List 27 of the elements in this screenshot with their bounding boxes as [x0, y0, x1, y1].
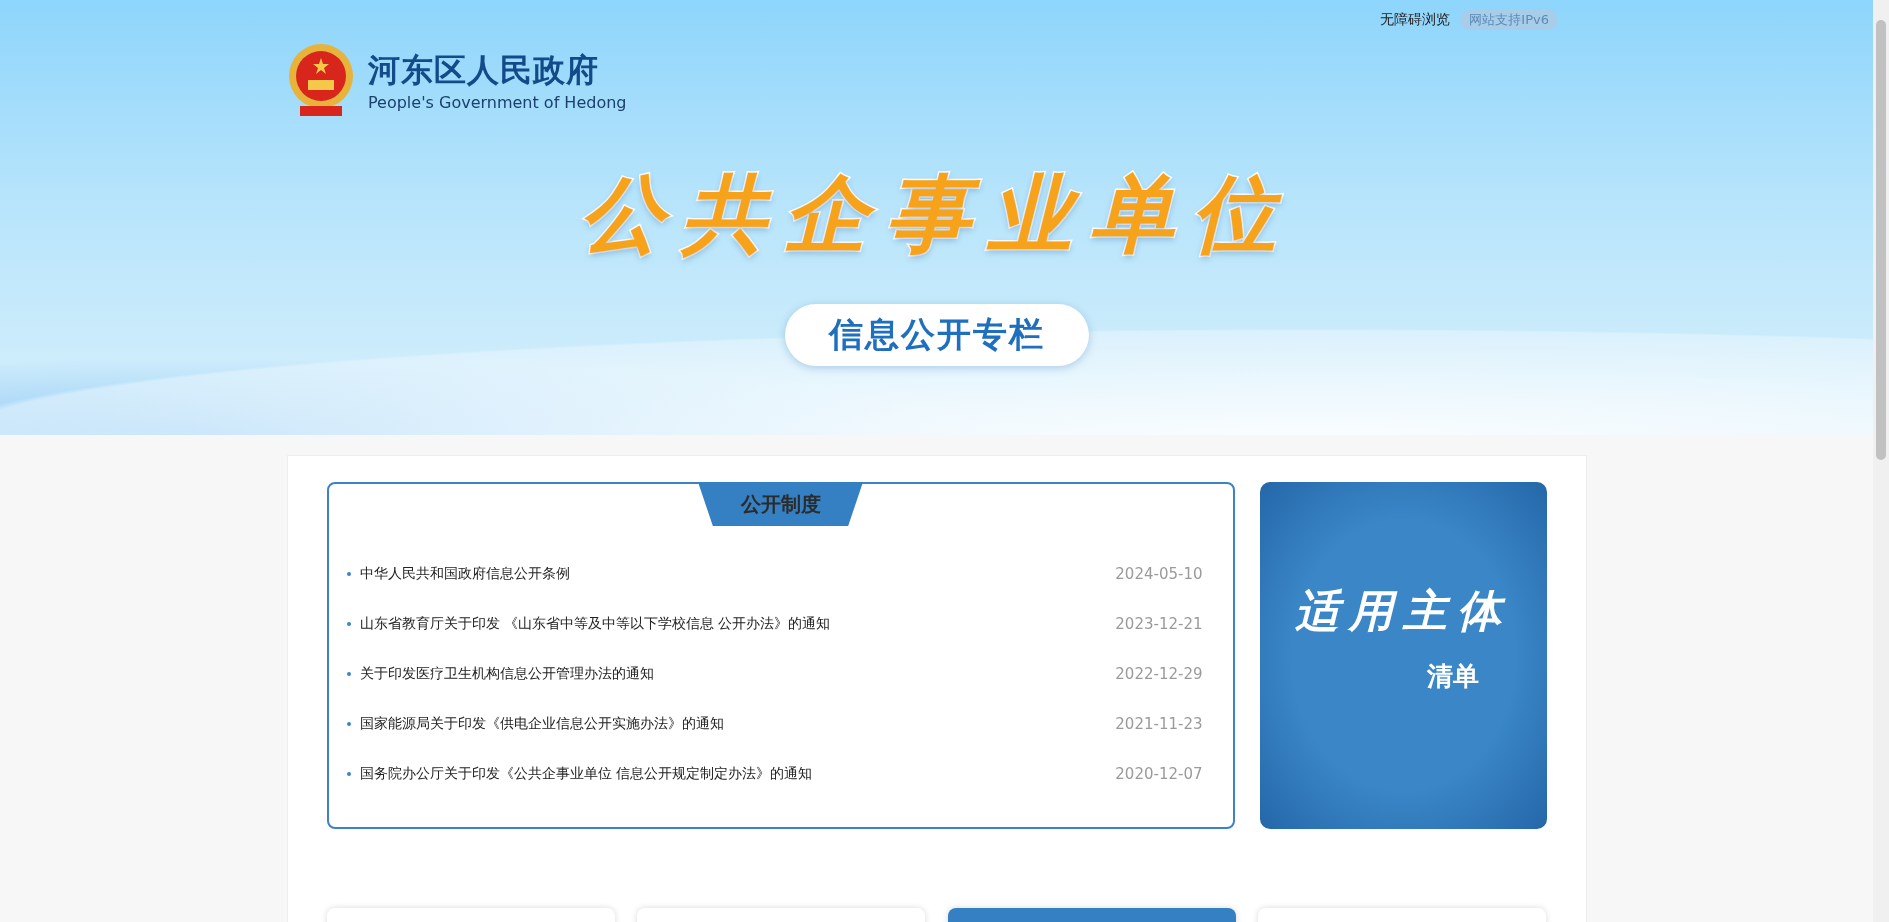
- ipv6-badge: 网站支持IPv6: [1460, 10, 1558, 30]
- news-link[interactable]: 中华人民共和国政府信息公开条例: [359, 565, 1116, 583]
- news-date: 2021-11-23: [1115, 715, 1203, 733]
- news-link[interactable]: 关于印发医疗卫生机构信息公开管理办法的通知: [359, 665, 1116, 683]
- banner-title: 公共企事业单位: [578, 164, 1295, 265]
- logo-title: 河东区人民政府: [368, 49, 600, 91]
- news-link[interactable]: 山东省教育厅关于印发 《山东省中等及中等以下学校信息 公开办法》的通知: [359, 615, 1116, 633]
- bullet-icon: [346, 572, 351, 576]
- card-subtitle: 清单: [1427, 660, 1479, 693]
- news-link[interactable]: 国家能源局关于印发《供电企业信息公开实施办法》的通知: [359, 715, 1116, 733]
- card-title: 适用主体: [1295, 584, 1511, 638]
- news-link[interactable]: 国务院办公厅关于印发《公共企事业单位 信息公开规定制定办法》的通知: [359, 765, 1116, 783]
- section-title: 公开制度: [698, 482, 863, 526]
- news-date: 2020-12-07: [1115, 765, 1203, 783]
- banner-subtitle: 信息公开专栏: [784, 304, 1089, 366]
- logo-subtitle: People's Government of Hedong: [368, 92, 627, 112]
- news-date: 2022-12-29: [1115, 665, 1203, 683]
- accessibility-link[interactable]: 无障碍浏览: [1380, 11, 1451, 29]
- scrollbar[interactable]: [1873, 0, 1889, 922]
- scrollbar-thumb[interactable]: [1876, 20, 1886, 460]
- bullet-icon: [346, 722, 351, 726]
- news-date: 2023-12-21: [1115, 615, 1203, 633]
- bullet-icon: [346, 672, 351, 676]
- bullet-icon: [346, 772, 351, 776]
- subject-card[interactable]: 适用主体 清单: [1259, 482, 1547, 829]
- news-date: 2024-05-10: [1115, 565, 1203, 583]
- bullet-icon: [346, 622, 351, 626]
